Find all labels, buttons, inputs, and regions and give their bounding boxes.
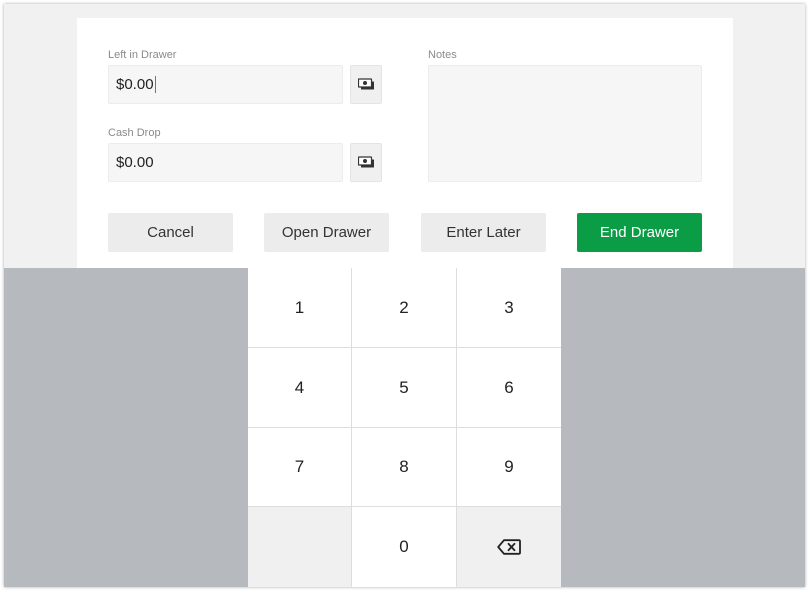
key-3[interactable]: 3 (457, 268, 561, 348)
key-0[interactable]: 0 (352, 507, 457, 587)
notes-label: Notes (428, 49, 457, 61)
enter-later-button[interactable]: Enter Later (421, 213, 546, 252)
open-drawer-button[interactable]: Open Drawer (264, 213, 389, 252)
left-in-drawer-input[interactable]: $0.00 (108, 65, 343, 104)
key-blank (248, 507, 352, 587)
numeric-keypad: 1 2 3 4 5 6 7 8 9 0 (248, 268, 561, 587)
key-8[interactable]: 8 (352, 428, 457, 507)
left-in-drawer-cash-button[interactable] (350, 65, 382, 104)
left-in-drawer-value: $0.00 (116, 76, 154, 93)
key-4[interactable]: 4 (248, 348, 352, 428)
key-6[interactable]: 6 (457, 348, 561, 428)
cash-icon (357, 156, 374, 168)
key-5[interactable]: 5 (352, 348, 457, 428)
app-window: Left in Drawer $0.00 Cash Drop $0.00 Not… (4, 4, 805, 587)
left-in-drawer-label: Left in Drawer (108, 49, 177, 61)
key-1[interactable]: 1 (248, 268, 352, 348)
cash-drop-label: Cash Drop (108, 127, 161, 139)
key-2[interactable]: 2 (352, 268, 457, 348)
delete-key[interactable] (457, 507, 561, 587)
backspace-icon (497, 539, 521, 555)
cash-drop-cash-button[interactable] (350, 143, 382, 182)
cash-drop-value: $0.00 (116, 154, 154, 171)
cash-drop-input[interactable]: $0.00 (108, 143, 343, 182)
cash-icon (357, 78, 374, 90)
text-caret (154, 76, 157, 93)
close-drawer-panel: Left in Drawer $0.00 Cash Drop $0.00 Not… (77, 18, 733, 268)
cancel-button[interactable]: Cancel (108, 213, 233, 252)
end-drawer-button[interactable]: End Drawer (577, 213, 702, 252)
notes-textarea[interactable] (428, 65, 702, 182)
key-9[interactable]: 9 (457, 428, 561, 507)
key-7[interactable]: 7 (248, 428, 352, 507)
